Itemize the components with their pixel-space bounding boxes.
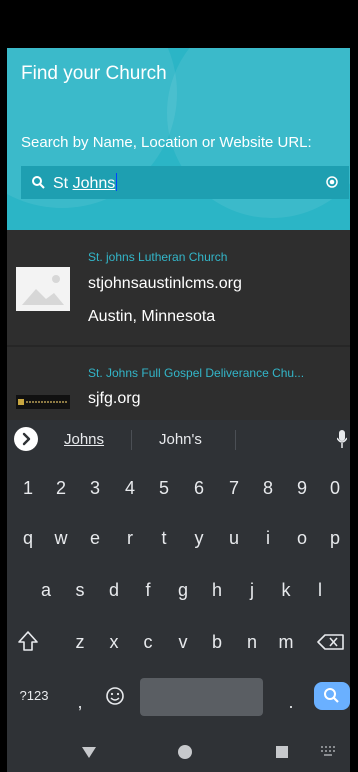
key-q[interactable]: q (12, 516, 44, 560)
key-j[interactable]: j (236, 568, 268, 612)
key-8[interactable]: 8 (252, 466, 284, 510)
clear-search-icon[interactable] (326, 176, 338, 188)
suggestion-item[interactable]: Johns (64, 431, 104, 448)
status-bar (7, 0, 350, 48)
backspace-icon (317, 634, 344, 650)
back-triangle-icon[interactable] (79, 742, 99, 762)
key-k[interactable]: k (270, 568, 302, 612)
key-y[interactable]: y (183, 516, 215, 560)
period-key[interactable]: . (275, 680, 307, 724)
microphone-icon[interactable] (337, 429, 347, 449)
key-5[interactable]: 5 (148, 466, 180, 510)
suggestion-item[interactable]: John's (159, 431, 202, 448)
result-card[interactable]: St. johns Lutheran Church stjohnsaustinl… (7, 230, 350, 345)
image-placeholder-icon (16, 267, 70, 311)
expand-suggestions-button[interactable] (14, 427, 38, 451)
search-enter-key[interactable] (314, 682, 350, 710)
emoji-key[interactable] (99, 674, 131, 718)
key-6[interactable]: 6 (183, 466, 215, 510)
key-u[interactable]: u (218, 516, 250, 560)
chevron-right-icon (22, 432, 31, 446)
key-h[interactable]: h (201, 568, 233, 612)
key-e[interactable]: e (79, 516, 111, 560)
suggestion-divider (131, 430, 132, 450)
keyboard-switch-icon[interactable] (321, 746, 335, 756)
key-c[interactable]: c (132, 620, 164, 664)
search-icon (324, 688, 339, 703)
key-f[interactable]: f (132, 568, 164, 612)
page-title: Find your Church (21, 63, 167, 84)
suggestion-strip: Johns John's (7, 420, 350, 458)
church-logo (16, 395, 70, 409)
space-key[interactable] (140, 678, 263, 716)
key-9[interactable]: 9 (286, 466, 318, 510)
key-7[interactable]: 7 (218, 466, 250, 510)
search-icon (32, 176, 45, 189)
phone-screen: Find your Church Search by Name, Locatio… (7, 0, 350, 772)
key-z[interactable]: z (64, 620, 96, 664)
key-0[interactable]: 0 (319, 466, 350, 510)
key-p[interactable]: p (319, 516, 350, 560)
search-instructions: Search by Name, Location or Website URL: (21, 134, 312, 151)
shift-icon (18, 631, 38, 651)
key-d[interactable]: d (98, 568, 130, 612)
comma-key[interactable]: , (64, 680, 96, 724)
key-o[interactable]: o (286, 516, 318, 560)
key-v[interactable]: v (167, 620, 199, 664)
key-4[interactable]: 4 (114, 466, 146, 510)
key-3[interactable]: 3 (79, 466, 111, 510)
soft-keyboard: Johns John's 1 2 3 4 5 6 7 8 9 0 q w e r… (7, 420, 350, 772)
church-location: Austin, Minnesota (88, 308, 216, 325)
text-cursor (116, 173, 118, 191)
system-navigation-bar (7, 732, 350, 772)
result-card[interactable]: St. Johns Full Gospel Deliverance Chu...… (7, 347, 350, 420)
key-t[interactable]: t (148, 516, 180, 560)
key-m[interactable]: m (270, 620, 302, 664)
search-value-composing: Johns (72, 175, 116, 192)
search-header: Find your Church Search by Name, Locatio… (7, 48, 350, 230)
home-circle-icon[interactable] (175, 742, 195, 762)
suggestion-divider (235, 430, 236, 450)
key-l[interactable]: l (304, 568, 336, 612)
church-search-input[interactable]: St Johns (21, 166, 349, 199)
shift-key[interactable] (12, 620, 44, 664)
key-i[interactable]: i (252, 516, 284, 560)
key-b[interactable]: b (201, 620, 233, 664)
church-name[interactable]: St. johns Lutheran Church (88, 250, 344, 264)
emoji-icon (106, 687, 124, 705)
recents-square-icon[interactable] (272, 742, 292, 762)
search-results-list: St. johns Lutheran Church stjohnsaustinl… (7, 230, 350, 420)
key-w[interactable]: w (45, 516, 77, 560)
key-a[interactable]: a (30, 568, 62, 612)
key-2[interactable]: 2 (45, 466, 77, 510)
key-n[interactable]: n (236, 620, 268, 664)
key-r[interactable]: r (114, 516, 146, 560)
key-s[interactable]: s (64, 568, 96, 612)
backspace-key[interactable] (315, 620, 347, 664)
key-1[interactable]: 1 (12, 466, 44, 510)
church-name[interactable]: St. Johns Full Gospel Deliverance Chu... (88, 366, 344, 380)
search-value-prefix: St (53, 175, 73, 192)
symbols-key[interactable]: ?123 (14, 674, 54, 718)
church-website: sjfg.org (88, 390, 141, 407)
search-value[interactable]: St Johns (53, 173, 118, 193)
church-website: stjohnsaustinlcms.org (88, 275, 242, 292)
key-g[interactable]: g (167, 568, 199, 612)
key-x[interactable]: x (98, 620, 130, 664)
